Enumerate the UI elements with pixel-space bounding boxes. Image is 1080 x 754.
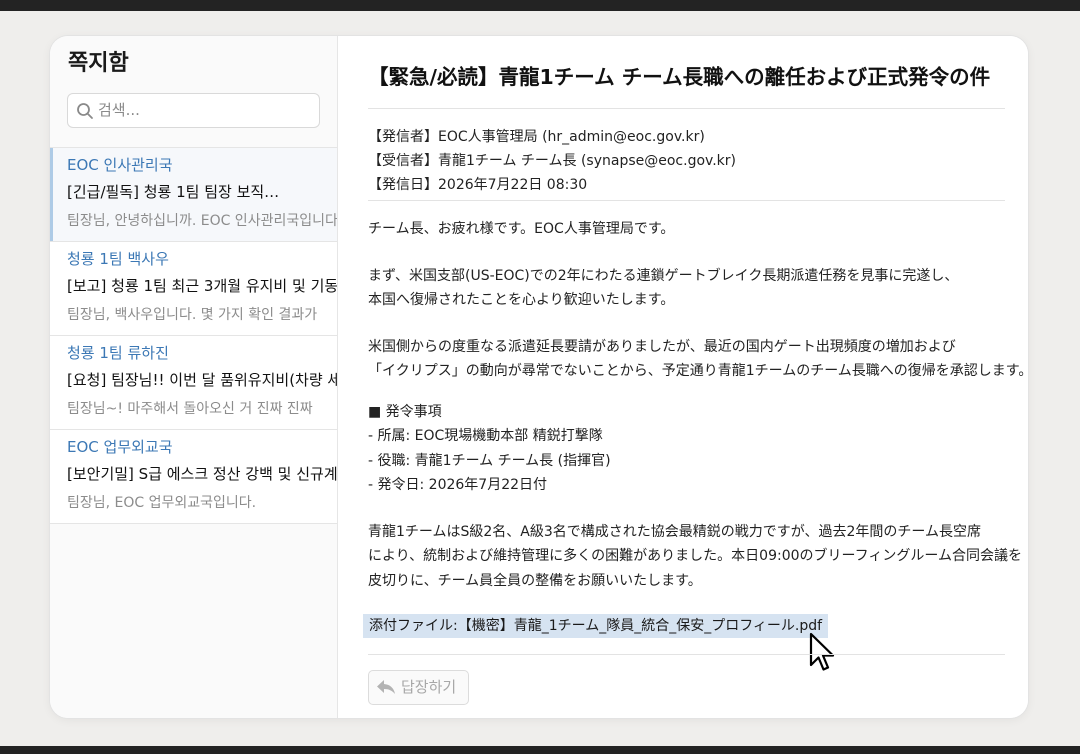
body-greeting: チーム長、お疲れ様です。EOC人事管理局です。	[368, 221, 675, 237]
reply-button-label: 답장하기	[401, 678, 457, 696]
message-detail: 【緊急/必読】青龍1チーム チーム長職への離任および正式発令の件 【発信者】EO…	[338, 36, 1028, 718]
message-list-item[interactable]: 청룡 1팀 백사우 [보고] 청룡 1팀 최근 3개월 유지비 및 기동비 내역…	[50, 242, 337, 336]
meta-divider	[368, 200, 1005, 201]
message-list-item[interactable]: EOC 인사관리국 [긴급/필독] 청룡 1팀 팀장 보직… 팀장님, 안녕하십…	[50, 147, 337, 242]
body-text: 皮切りに、チーム員全員の整備をお願いいたします。	[368, 572, 702, 589]
bottom-screen-bar	[0, 746, 1080, 754]
body-text: 本国へ復帰されたことを心より歓迎いたします。	[368, 292, 675, 308]
order-item: - 所属: EOC現場機動本部 精鋭打撃隊	[368, 428, 603, 444]
message-preview: 팀장님~! 마주해서 돌아오신 거 진짜 진짜	[67, 401, 313, 417]
meta-date: 【発信日】2026年7月22日 08:30	[368, 177, 588, 193]
top-screen-bar	[0, 0, 1080, 11]
message-list-item[interactable]: 청룡 1팀 류하진 [요청] 팀장님!! 이번 달 품위유지비(차량 세차 팀장…	[50, 336, 337, 430]
message-subject: [보안기밀] S급 에스크 정산 강백 및 신규계약	[67, 465, 337, 483]
message-body: チーム長、お疲れ様です。EOC人事管理局です。 まず、米国支部(US-EOC)で…	[368, 217, 1028, 593]
body-text: 米国側からの度重なる派遣延長要請がありましたが、最近の国内ゲート出現頻度の増加お…	[368, 338, 956, 355]
reply-button[interactable]: 답장하기	[368, 670, 469, 705]
order-heading: ■ 発令事項	[368, 403, 442, 420]
message-meta: 【発信者】EOC人事管理局 (hr_admin@eoc.gov.kr) 【受信者…	[368, 125, 736, 197]
message-title: 【緊急/必読】青龍1チーム チーム長職への離任および正式発令の件	[368, 65, 991, 89]
message-preview: 팀장님, 백사우입니다. 몇 가지 확인 결과가	[67, 307, 318, 323]
meta-from: 【発信者】EOC人事管理局 (hr_admin@eoc.gov.kr)	[368, 129, 705, 145]
message-list: EOC 인사관리국 [긴급/필독] 청룡 1팀 팀장 보직… 팀장님, 안녕하십…	[50, 147, 337, 524]
reply-arrow-icon	[377, 680, 395, 694]
message-list-item[interactable]: EOC 업무외교국 [보안기밀] S급 에스크 정산 강백 및 신규계약 팀장님…	[50, 430, 337, 524]
message-sender: 청룡 1팀 류하진	[67, 344, 169, 362]
sidebar-title: 쪽지함	[68, 51, 129, 76]
messages-window: 쪽지함 검색... EOC 인사관리국 [긴급/필독] 청룡 1팀 팀장 보직……	[50, 36, 1028, 718]
search-input[interactable]: 검색...	[67, 93, 320, 128]
meta-to: 【受信者】青龍1チーム チーム長 (synapse@eoc.gov.kr)	[368, 153, 737, 169]
body-text: 青龍1チームはS級2名、A級3名で構成された協会最精鋭の戦力ですが、過去2年間の…	[368, 523, 981, 540]
footer-divider	[368, 654, 1005, 655]
message-sender: EOC 인사관리국	[67, 156, 173, 174]
message-preview: 팀장님, EOC 업무외교국입니다.	[67, 495, 257, 511]
sidebar: 쪽지함 검색... EOC 인사관리국 [긴급/필독] 청룡 1팀 팀장 보직……	[50, 36, 338, 718]
body-text: 「イクリプス」の動向が尋常でないことから、予定通り青龍1チームのチーム長職への復…	[368, 363, 1028, 379]
message-subject: [긴급/필독] 청룡 1팀 팀장 보직…	[67, 183, 280, 201]
message-subject: [보고] 청룡 1팀 최근 3개월 유지비 및 기동비 내역	[67, 277, 337, 295]
search-placeholder: 검색...	[98, 101, 140, 119]
order-item: - 役職: 青龍1チーム チーム長 (指揮官)	[368, 452, 611, 469]
order-item: - 発令日: 2026年7月22日付	[368, 477, 548, 493]
title-divider	[368, 108, 1005, 109]
message-preview: 팀장님, 안녕하십니까. EOC 인사관리국입니다	[67, 213, 337, 229]
body-text: まず、米国支部(US-EOC)での2年にわたる連鎖ゲートブレイク長期派遣任務を見…	[368, 267, 959, 284]
message-subject: [요청] 팀장님!! 이번 달 품위유지비(차량 세차	[67, 371, 337, 389]
message-sender: EOC 업무외교국	[67, 438, 173, 456]
mouse-pointer-icon	[809, 632, 835, 671]
search-icon	[77, 103, 93, 119]
body-text: により、統制および維持管理に多くの困難がありました。本日09:00のブリーフィン…	[368, 548, 1022, 564]
attachment-link[interactable]: 添付ファイル:【機密】青龍_1チーム_隊員_統合_保安_プロフィール.pdf	[363, 614, 829, 638]
message-sender: 청룡 1팀 백사우	[67, 250, 169, 268]
